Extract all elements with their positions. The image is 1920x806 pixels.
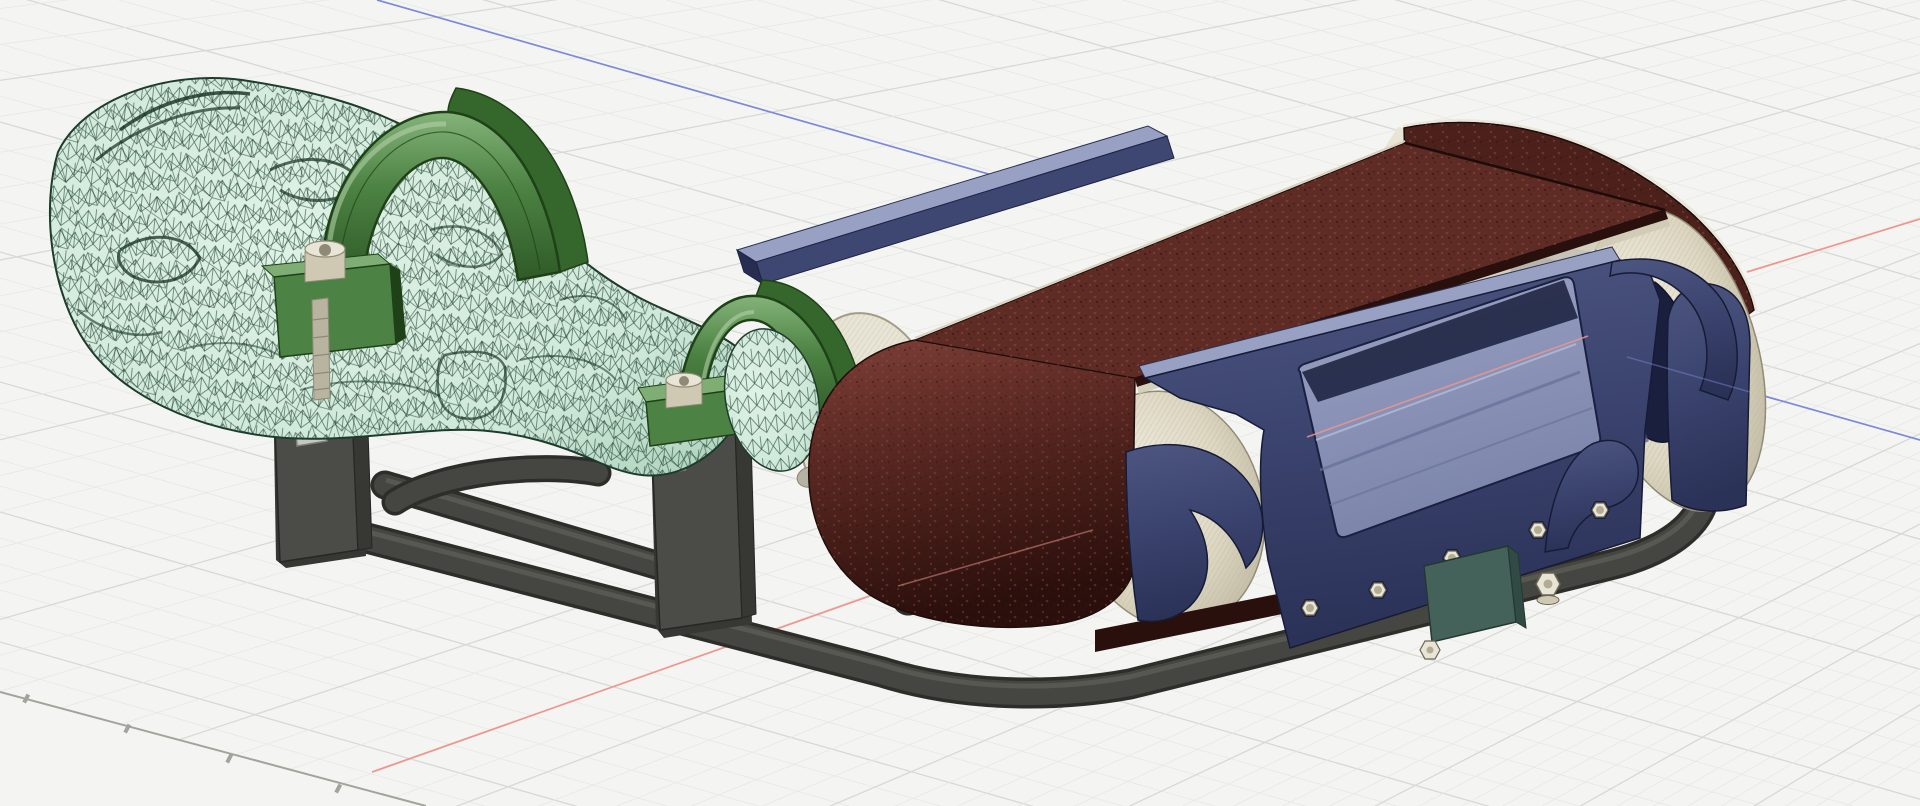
cap-screw[interactable] bbox=[304, 240, 346, 283]
frame-bolt[interactable] bbox=[1419, 640, 1441, 660]
frame-bolt[interactable] bbox=[1535, 572, 1561, 605]
cap-screw[interactable] bbox=[665, 372, 703, 409]
threaded-rod bbox=[311, 297, 331, 401]
cad-viewport[interactable] bbox=[0, 0, 1920, 806]
